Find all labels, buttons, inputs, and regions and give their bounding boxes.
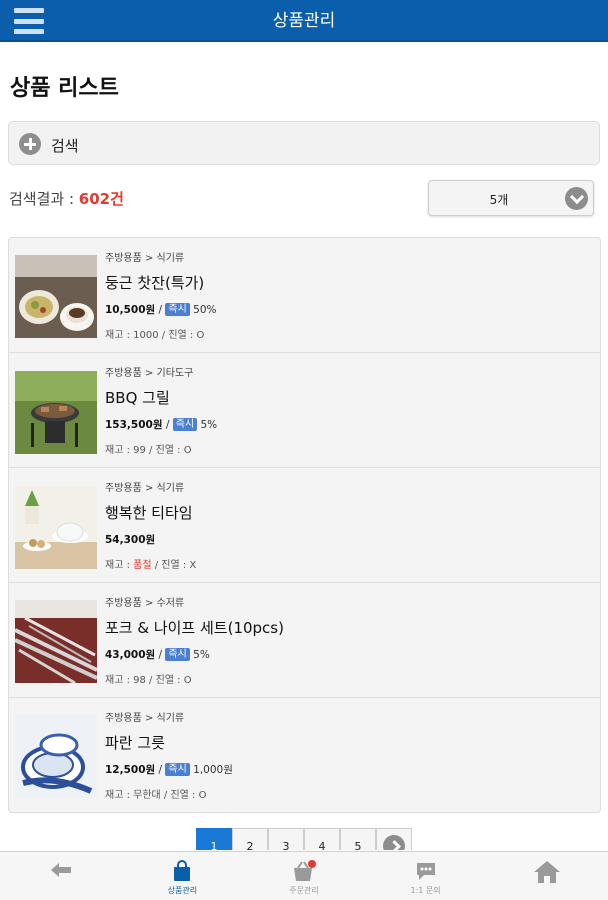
product-price: 10,500원 — [105, 304, 156, 316]
page-title: 상품 리스트 — [10, 76, 119, 101]
product-category: 주방용품 > 식기류 — [105, 713, 185, 724]
pagination: 1 2 3 4 5 — [196, 828, 412, 850]
chevron-down-icon — [565, 187, 588, 210]
tab-label: 1:1 문의 — [410, 886, 441, 895]
page-button-1[interactable]: 1 — [196, 828, 232, 850]
bottom-tab-bar: 상품관리 주문관리 1:1 문의 — [0, 851, 608, 900]
page-button-3[interactable]: 3 — [268, 828, 304, 850]
product-stock-line: 재고 : 품절 / 진열 : X — [105, 556, 196, 571]
display-status: / 진열 : O — [145, 445, 192, 456]
product-thumbnail — [15, 371, 97, 454]
product-discount: 5% — [200, 419, 218, 431]
instant-badge: 즉시 — [172, 418, 198, 431]
product-price: 153,500원 — [105, 419, 163, 431]
product-category: 주방용품 > 기타도구 — [105, 368, 194, 379]
product-thumbnail — [15, 486, 97, 569]
product-item[interactable]: 주방용품 > 기타도구 BBQ 그릴 153,500원 / 즉시 5% 재고 :… — [9, 353, 600, 468]
price-separator: / — [155, 649, 166, 661]
product-item[interactable]: 주방용품 > 식기류 파란 그릇 12,500원 / 즉시 1,000원 재고 … — [9, 698, 600, 812]
tab-label: 주문관리 — [289, 886, 319, 895]
stock-value: 1000 — [133, 330, 159, 341]
page-button-4[interactable]: 4 — [304, 828, 340, 850]
page-size-value: 5개 — [489, 193, 509, 207]
display-status: / 진열 : O — [160, 790, 207, 801]
product-price-line: 10,500원 / 즉시 50% — [105, 302, 217, 317]
product-price-line: 153,500원 / 즉시 5% — [105, 417, 217, 432]
plus-circle-icon — [19, 133, 41, 155]
product-thumbnail — [15, 600, 97, 683]
stock-label: 재고 : — [105, 790, 134, 801]
app-header: 상품관리 — [0, 0, 608, 42]
product-price-line: 54,300원 — [105, 532, 155, 547]
product-item[interactable]: 주방용품 > 수저류 포크 & 나이프 세트(10pcs) 43,000원 / … — [9, 583, 600, 698]
tab-label: 상품관리 — [167, 886, 198, 895]
tab-inquiry[interactable]: 1:1 문의 — [365, 852, 487, 900]
tab-product-management[interactable]: 상품관리 — [122, 852, 244, 900]
price-separator: / — [155, 304, 166, 316]
product-name: 포크 & 나이프 세트(10pcs) — [105, 619, 284, 637]
product-name: 파란 그릇 — [105, 734, 165, 752]
instant-badge: 즉시 — [165, 648, 190, 661]
page-size-select[interactable]: 5개 — [428, 180, 594, 216]
instant-badge: 즉시 — [165, 763, 190, 776]
product-name: 둥근 찻잔(특가) — [105, 274, 205, 292]
instant-badge: 즉시 — [165, 303, 190, 316]
next-page-icon[interactable] — [376, 828, 412, 850]
product-stock-line: 재고 : 무한대 / 진열 : O — [105, 786, 206, 801]
product-stock-line: 재고 : 99 / 진열 : O — [105, 441, 192, 456]
product-thumbnail — [15, 255, 97, 338]
product-list: 주방용품 > 식기류 둥근 찻잔(특가) 10,500원 / 즉시 50% 재고… — [8, 237, 601, 813]
basket-icon — [291, 860, 317, 886]
product-discount: 50% — [193, 304, 217, 316]
product-stock-line: 재고 : 1000 / 진열 : O — [105, 326, 204, 341]
stock-label: 재고 : — [105, 330, 134, 341]
price-separator: / — [162, 419, 173, 431]
product-name: 행복한 티타임 — [105, 504, 193, 522]
product-stock-line: 재고 : 98 / 진열 : O — [105, 671, 192, 686]
back-arrow-icon — [49, 860, 73, 884]
result-prefix: 검색결과 : — [9, 190, 79, 208]
stock-label: 재고 : — [105, 560, 134, 571]
stock-value: 98 — [133, 675, 146, 686]
stock-value: 무한대 — [133, 790, 161, 801]
product-item[interactable]: 주방용품 > 식기류 둥근 찻잔(특가) 10,500원 / 즉시 50% 재고… — [9, 238, 600, 353]
tab-home[interactable] — [486, 852, 608, 900]
result-count: 602건 — [78, 190, 124, 208]
product-price: 54,300원 — [105, 534, 156, 546]
stock-label: 재고 : — [105, 675, 134, 686]
price-separator: / — [155, 764, 166, 776]
product-discount: 5% — [193, 649, 210, 661]
product-price: 43,000원 — [105, 649, 156, 661]
header-title: 상품관리 — [272, 11, 336, 31]
product-price-line: 12,500원 / 즉시 1,000원 — [105, 762, 233, 777]
product-price: 12,500원 — [105, 764, 156, 776]
stock-label: 재고 : — [105, 445, 134, 456]
page-button-2[interactable]: 2 — [232, 828, 268, 850]
shopping-bag-icon — [171, 860, 193, 886]
product-price-line: 43,000원 / 즉시 5% — [105, 647, 210, 662]
product-name: BBQ 그릴 — [105, 389, 170, 407]
product-discount: 1,000원 — [193, 764, 233, 776]
product-item[interactable]: 주방용품 > 식기류 행복한 티타임 54,300원 재고 : 품절 / 진열 … — [9, 468, 600, 583]
page-button-5[interactable]: 5 — [340, 828, 376, 850]
product-category: 주방용품 > 수저류 — [105, 598, 185, 609]
home-icon — [533, 860, 561, 888]
display-status: / 진열 : O — [158, 330, 205, 341]
product-category: 주방용품 > 식기류 — [105, 483, 185, 494]
display-status: / 진열 : X — [151, 560, 197, 571]
tab-order-management[interactable]: 주문관리 — [243, 852, 365, 900]
display-status: / 진열 : O — [145, 675, 192, 686]
stock-value: 품절 — [133, 560, 152, 571]
search-result-summary: 검색결과 : 602건 — [9, 188, 124, 209]
search-label: 검색 — [51, 137, 79, 155]
search-toggle[interactable]: 검색 — [8, 121, 600, 165]
tab-back[interactable] — [0, 852, 122, 900]
stock-value: 99 — [133, 445, 146, 456]
product-category: 주방용품 > 식기류 — [105, 253, 185, 264]
product-thumbnail — [15, 715, 97, 798]
chat-bubble-icon — [415, 860, 437, 886]
